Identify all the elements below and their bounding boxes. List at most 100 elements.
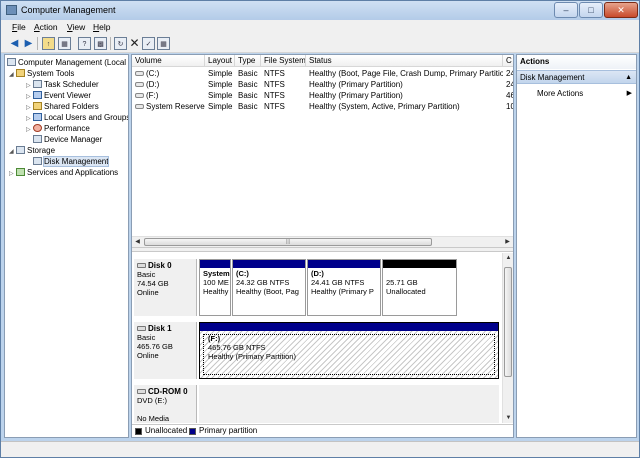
column-header-capacity[interactable]: C xyxy=(503,55,513,67)
toolbar: ◀ ▶ ↑ ▦ ? ▩ ↻ ✕ ✓ ▦ xyxy=(1,34,639,53)
disk-graphical-view: Disk 0 Basic 74.54 GB Online System 100 M… xyxy=(132,253,513,423)
properties-icon[interactable]: ▩ xyxy=(94,37,107,50)
legend-bar: Unallocated Primary partition xyxy=(132,424,513,437)
minimize-button[interactable]: – xyxy=(554,2,578,18)
volume-icon xyxy=(135,71,144,76)
scroll-thumb[interactable]: ||| xyxy=(144,238,432,246)
legend-unallocated-swatch xyxy=(135,428,142,435)
help-icon[interactable]: ? xyxy=(78,37,91,50)
computer-management-icon xyxy=(6,5,17,15)
collapse-icon[interactable]: ◢ xyxy=(9,147,16,158)
tree-item-storage[interactable]: ◢ Storage xyxy=(9,145,55,156)
tree-item-services[interactable]: ▷ Services and Applications xyxy=(9,167,118,178)
volume-row[interactable]: System Reserved Simple Basic NTFS Health… xyxy=(132,101,513,112)
menu-view[interactable]: View xyxy=(67,22,85,32)
scroll-down-icon[interactable]: ▼ xyxy=(503,413,513,423)
up-folder-icon[interactable]: ↑ xyxy=(42,37,55,50)
volume-row[interactable]: (F:) Simple Basic NTFS Healthy (Primary … xyxy=(132,90,513,101)
collapse-icon[interactable]: ◢ xyxy=(9,70,16,81)
refresh-icon[interactable]: ↻ xyxy=(114,37,127,50)
services-icon xyxy=(16,168,25,176)
actions-pane: Actions Disk Management ▲ More Actions ▶ xyxy=(516,54,637,438)
close-button[interactable]: ✕ xyxy=(604,2,638,18)
partition-c[interactable]: (C:) 24.32 GB NTFS Healthy (Boot, Pag xyxy=(232,259,306,316)
menu-action[interactable]: Action xyxy=(34,22,58,32)
tree-item-root[interactable]: Computer Management (Local xyxy=(7,57,126,68)
clock-icon xyxy=(33,80,42,88)
title-bar[interactable]: Computer Management – □ ✕ xyxy=(1,1,639,20)
disk-0-label[interactable]: Disk 0 Basic 74.54 GB Online xyxy=(134,259,197,316)
cd-drive-icon xyxy=(137,389,146,394)
device-manager-icon xyxy=(33,135,42,143)
window-title: Computer Management xyxy=(21,5,116,15)
performance-icon xyxy=(33,124,42,132)
back-arrow-icon[interactable]: ◀ xyxy=(8,37,21,50)
toolbar-separator xyxy=(110,37,111,50)
partition-system-reserved[interactable]: System 100 ME Healthy xyxy=(199,259,231,316)
actions-title: Actions xyxy=(517,55,636,69)
computer-icon xyxy=(7,58,16,66)
column-header-layout[interactable]: Layout xyxy=(205,55,235,67)
volume-icon xyxy=(135,82,144,87)
legend-primary-swatch xyxy=(189,428,196,435)
scroll-up-icon[interactable]: ▲ xyxy=(503,253,513,263)
volume-icon xyxy=(135,104,144,109)
collapse-up-icon[interactable]: ▲ xyxy=(625,71,632,85)
actions-section-disk-management[interactable]: Disk Management ▲ xyxy=(517,70,636,84)
expand-icon[interactable]: ▷ xyxy=(26,125,33,136)
tree-item-local-users[interactable]: ▷ Local Users and Groups xyxy=(26,112,128,123)
menu-bar: File Action View Help xyxy=(1,20,639,34)
volume-row[interactable]: (D:) Simple Basic NTFS Healthy (Primary … xyxy=(132,79,513,90)
legend-unallocated: Unallocated xyxy=(145,426,188,435)
tree-item-disk-management[interactable]: Disk Management xyxy=(33,156,110,167)
partition-unallocated[interactable]: 25.71 GB Unallocated xyxy=(382,259,457,316)
partition-f[interactable]: (F:) 465.76 GB NTFS Healthy (Primary Parti… xyxy=(199,322,499,379)
scroll-right-icon[interactable]: ▶ xyxy=(502,237,513,247)
menu-file[interactable]: File xyxy=(12,22,26,32)
delete-icon[interactable]: ✕ xyxy=(128,37,141,50)
column-header-type[interactable]: Type xyxy=(235,55,261,67)
forward-arrow-icon[interactable]: ▶ xyxy=(22,37,35,50)
tools-icon xyxy=(16,69,25,77)
disk-icon xyxy=(137,326,146,331)
pane-splitter[interactable] xyxy=(132,247,513,252)
cdrom-empty-area xyxy=(199,385,499,423)
volume-row[interactable]: (C:) Simple Basic NTFS Healthy (Boot, Pa… xyxy=(132,68,513,79)
computer-management-window: Computer Management – □ ✕ File Action Vi… xyxy=(0,0,640,458)
disk-properties-icon[interactable]: ▦ xyxy=(157,37,170,50)
event-viewer-icon xyxy=(33,91,42,99)
cdrom-0-label[interactable]: CD-ROM 0 DVD (E:) No Media xyxy=(134,385,197,423)
tree-item-device-manager[interactable]: Device Manager xyxy=(33,134,102,145)
tree-item-task-scheduler[interactable]: ▷ Task Scheduler xyxy=(26,79,99,90)
tree-item-shared-folders[interactable]: ▷ Shared Folders xyxy=(26,101,99,112)
toolbar-separator xyxy=(37,37,38,50)
check-icon[interactable]: ✓ xyxy=(142,37,155,50)
disk-management-pane: Volume Layout Type File System Status C … xyxy=(131,54,514,438)
maximize-button[interactable]: □ xyxy=(579,2,603,18)
shared-folder-icon xyxy=(33,102,42,110)
tree-item-performance[interactable]: ▷ Performance xyxy=(26,123,90,134)
console-tree: Computer Management (Local ◢ System Tools… xyxy=(4,54,129,438)
column-header-status[interactable]: Status xyxy=(306,55,503,67)
menu-help[interactable]: Help xyxy=(93,22,110,32)
tree-item-event-viewer[interactable]: ▷ Event Viewer xyxy=(26,90,91,101)
disk-1-label[interactable]: Disk 1 Basic 465.76 GB Online xyxy=(134,322,197,379)
partition-d[interactable]: (D:) 24.41 GB NTFS Healthy (Primary P xyxy=(307,259,381,316)
expand-icon[interactable]: ▷ xyxy=(9,169,16,180)
column-header-volume[interactable]: Volume xyxy=(132,55,205,67)
tree-item-system-tools[interactable]: ◢ System Tools xyxy=(9,68,74,79)
legend-primary-partition: Primary partition xyxy=(199,426,258,435)
disk-view-vertical-scrollbar[interactable]: ▲ ▼ xyxy=(502,253,513,423)
disk-management-icon xyxy=(33,157,42,165)
show-hide-tree-icon[interactable]: ▦ xyxy=(58,37,71,50)
volume-list-horizontal-scrollbar[interactable]: ◀ ||| ▶ xyxy=(132,236,513,247)
storage-icon xyxy=(16,146,25,154)
scroll-thumb[interactable] xyxy=(504,267,512,377)
more-actions-link[interactable]: More Actions ▶ xyxy=(537,88,636,100)
volume-icon xyxy=(135,93,144,98)
disk-icon xyxy=(137,263,146,268)
status-bar xyxy=(1,441,639,457)
column-header-file-system[interactable]: File System xyxy=(261,55,306,67)
users-icon xyxy=(33,113,42,121)
scroll-left-icon[interactable]: ◀ xyxy=(132,237,143,247)
